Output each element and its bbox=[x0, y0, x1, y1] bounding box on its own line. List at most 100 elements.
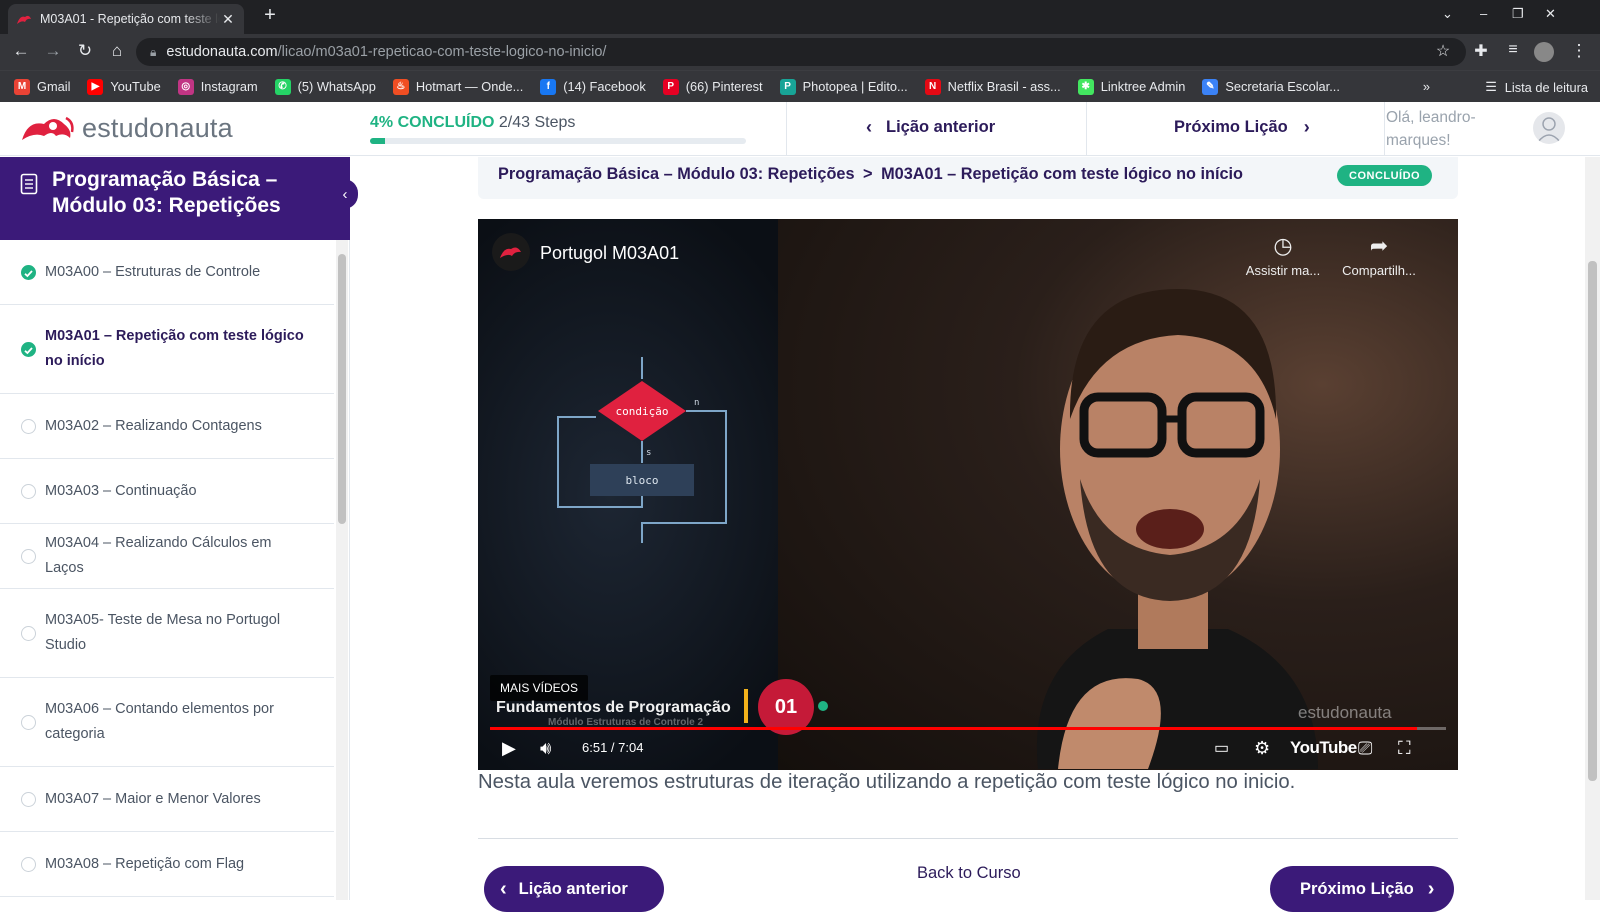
maximize-icon[interactable]: ❐ bbox=[1512, 6, 1524, 22]
minimize-icon[interactable]: – bbox=[1480, 6, 1487, 21]
lock-icon[interactable]: 🔒︎ bbox=[150, 45, 156, 60]
breadcrumb-bar: Programação Básica – Módulo 03: Repetiçõ… bbox=[478, 157, 1458, 199]
sidebar-lesson-item[interactable]: M03A04 – Realizando Cálculos em Laços bbox=[0, 524, 334, 589]
overlay-dot bbox=[818, 701, 828, 711]
bookmark-item[interactable]: f (14) Facebook bbox=[540, 78, 646, 95]
video-title[interactable]: Portugol M03A01 bbox=[540, 243, 679, 264]
chevron-left-icon: ‹ bbox=[866, 117, 872, 137]
tab-search-icon[interactable]: ⌄ bbox=[1442, 6, 1453, 22]
bookmark-favicon-icon: ✎ bbox=[1202, 78, 1219, 95]
breadcrumb-course-link[interactable]: Programação Básica – Módulo 03: Repetiçõ… bbox=[498, 165, 855, 183]
bookmark-item[interactable]: ✎ Secretaria Escolar... bbox=[1202, 78, 1340, 95]
next-lesson-button[interactable]: Próximo Lição › bbox=[1270, 866, 1454, 912]
empty-circle-icon bbox=[21, 483, 36, 499]
volume-icon[interactable]: 🔊︎ bbox=[540, 738, 551, 759]
sidebar-lesson-label: M03A05- Teste de Mesa no Portugol Studio bbox=[45, 612, 281, 653]
breadcrumb-lesson-link[interactable]: M03A01 – Repetição com teste lógico no i… bbox=[881, 165, 1243, 183]
watch-later-button[interactable]: ◷ Assistir ma... bbox=[1238, 233, 1328, 278]
bookmark-favicon-icon: P bbox=[662, 78, 679, 95]
logo-text: estudonauta bbox=[82, 112, 233, 143]
lesson-list: M03A00 – Estruturas de Controle M03A01 – … bbox=[0, 240, 334, 900]
sidebar-lesson-item[interactable]: M03A01 – Repetição com teste lógico no i… bbox=[0, 305, 334, 394]
flow-n-label: n bbox=[694, 398, 699, 408]
youtube-logo[interactable]: YouTube bbox=[1290, 738, 1357, 758]
bookmark-star-icon[interactable]: ☆ bbox=[1432, 41, 1454, 63]
sidebar-lesson-item[interactable]: M03A07 – Maior e Menor Valores bbox=[0, 767, 334, 832]
bookmark-item[interactable]: ♨ Hotmart — Onde... bbox=[392, 78, 523, 95]
site-logo[interactable]: estudonauta bbox=[20, 112, 233, 144]
bookmark-label: Secretaria Escolar... bbox=[1225, 79, 1340, 94]
sidebar-lesson-item[interactable]: M03A03 – Continuação bbox=[0, 459, 334, 524]
sidebar-lesson-label: M03A03 – Continuação bbox=[45, 482, 197, 499]
bookmark-label: (14) Facebook bbox=[563, 79, 646, 94]
sidebar-lesson-item[interactable]: M03A08 – Repetição com Flag bbox=[0, 832, 334, 897]
media-control-icon[interactable]: ≡ bbox=[1502, 41, 1524, 63]
reading-list-button[interactable]: ☰ Lista de leitura bbox=[1485, 79, 1588, 95]
bookmark-item[interactable]: ✱ Linktree Admin bbox=[1077, 78, 1185, 95]
bookmark-item[interactable]: ▶ YouTube bbox=[87, 78, 161, 95]
sidebar-lesson-label: M03A00 – Estruturas de Controle bbox=[45, 263, 261, 280]
bookmark-label: Netflix Brasil - ass... bbox=[947, 79, 1061, 94]
page-scrollbar-thumb[interactable] bbox=[1588, 261, 1597, 781]
prev-lesson-button[interactable]: ‹ Lição anterior bbox=[484, 866, 664, 912]
back-to-course-link[interactable]: Back to Curso bbox=[917, 864, 1021, 883]
cast-icon[interactable]: ⎚ bbox=[1358, 738, 1372, 759]
extensions-icon[interactable]: ✚ bbox=[1470, 41, 1492, 63]
course-header[interactable]: Programação Básica – Módulo 03: Repetiçõ… bbox=[0, 157, 350, 240]
user-avatar[interactable] bbox=[1533, 112, 1565, 144]
bookmark-item[interactable]: P (66) Pinterest bbox=[662, 78, 763, 95]
more-videos-button[interactable]: MAIS VÍDEOS bbox=[490, 675, 589, 701]
empty-circle-icon bbox=[21, 791, 36, 807]
settings-gear-icon[interactable]: ⚙ bbox=[1254, 738, 1270, 759]
overlay-divider bbox=[744, 689, 748, 723]
url-bar[interactable]: 🔒︎ estudonauta.com/licao/m03a01-repetica… bbox=[136, 38, 1466, 66]
header-prev-lesson-link[interactable]: ‹ Lição anterior bbox=[866, 117, 995, 138]
bookmark-item[interactable]: ✆ (5) WhatsApp bbox=[274, 78, 376, 95]
channel-logo-icon[interactable] bbox=[492, 233, 530, 271]
header-next-lesson-link[interactable]: Próximo Lição › bbox=[1174, 117, 1310, 138]
browser-toolbar: ← → ↻ ⌂ 🔒︎ estudonauta.com/licao/m03a01-… bbox=[0, 34, 1600, 70]
play-icon[interactable]: ▶ bbox=[502, 738, 516, 759]
new-tab-button[interactable]: + bbox=[258, 4, 282, 27]
content-divider bbox=[478, 838, 1458, 839]
bookmark-item[interactable]: ◎ Instagram bbox=[177, 78, 258, 95]
sidebar-lesson-item[interactable]: M03A06 – Contando elementos por categori… bbox=[0, 678, 334, 767]
forward-icon[interactable]: → bbox=[42, 41, 64, 63]
sidebar-collapse-button[interactable]: ‹ bbox=[332, 179, 358, 209]
bookmark-item[interactable]: N Netflix Brasil - ass... bbox=[924, 78, 1061, 95]
bookmark-item[interactable]: M Gmail bbox=[14, 78, 71, 95]
close-window-icon[interactable]: ✕ bbox=[1545, 6, 1556, 22]
prev-lesson-label: Lição anterior bbox=[518, 879, 628, 898]
check-circle-icon bbox=[21, 264, 36, 280]
browser-tab[interactable]: M03A01 - Repetição com teste lógico no i… bbox=[8, 4, 244, 34]
sidebar-lesson-item[interactable]: M03A00 – Estruturas de Controle bbox=[0, 240, 334, 305]
bookmarks-overflow-icon[interactable]: » bbox=[1423, 79, 1430, 94]
reading-list-label: Lista de leitura bbox=[1504, 79, 1588, 95]
sidebar-lesson-item[interactable]: M03A02 – Realizando Contagens bbox=[0, 394, 334, 459]
fullscreen-icon[interactable]: ⛶ bbox=[1398, 738, 1411, 759]
video-player[interactable]: condição n s bloco Portugol M03A01 ◷ Ass… bbox=[478, 219, 1458, 770]
share-button[interactable]: ➦ Compartilh... bbox=[1334, 233, 1424, 278]
video-seek-played bbox=[490, 727, 1418, 730]
back-icon[interactable]: ← bbox=[10, 41, 32, 63]
user-greeting[interactable]: Olá, leandro-marques! bbox=[1386, 106, 1526, 152]
sidebar-lesson-item[interactable]: M03A05- Teste de Mesa no Portugol Studio bbox=[0, 589, 334, 678]
reload-icon[interactable]: ↻ bbox=[74, 41, 96, 63]
bookmark-item[interactable]: P Photopea | Edito... bbox=[779, 78, 908, 95]
sidebar-scrollbar-thumb[interactable] bbox=[338, 254, 346, 524]
profile-avatar[interactable] bbox=[1534, 42, 1554, 62]
sidebar-lesson-label: M03A07 – Maior e Menor Valores bbox=[45, 790, 261, 807]
bookmark-label: (5) WhatsApp bbox=[297, 79, 376, 94]
chevron-left-icon: ‹ bbox=[500, 877, 507, 900]
bookmark-label: Gmail bbox=[37, 79, 71, 94]
subtitles-icon[interactable]: ▭ bbox=[1214, 738, 1229, 758]
tab-close-icon[interactable]: ✕ bbox=[220, 11, 236, 28]
video-seek-bar[interactable] bbox=[490, 727, 1446, 730]
sidebar-scrollbar[interactable] bbox=[336, 240, 348, 900]
bookmark-favicon-icon: ✆ bbox=[274, 78, 291, 95]
home-icon[interactable]: ⌂ bbox=[106, 41, 128, 63]
bookmark-favicon-icon: M bbox=[14, 78, 30, 95]
bookmark-favicon-icon: f bbox=[540, 78, 557, 95]
page-scrollbar[interactable] bbox=[1585, 157, 1600, 900]
menu-icon[interactable]: ⋮ bbox=[1568, 41, 1590, 63]
